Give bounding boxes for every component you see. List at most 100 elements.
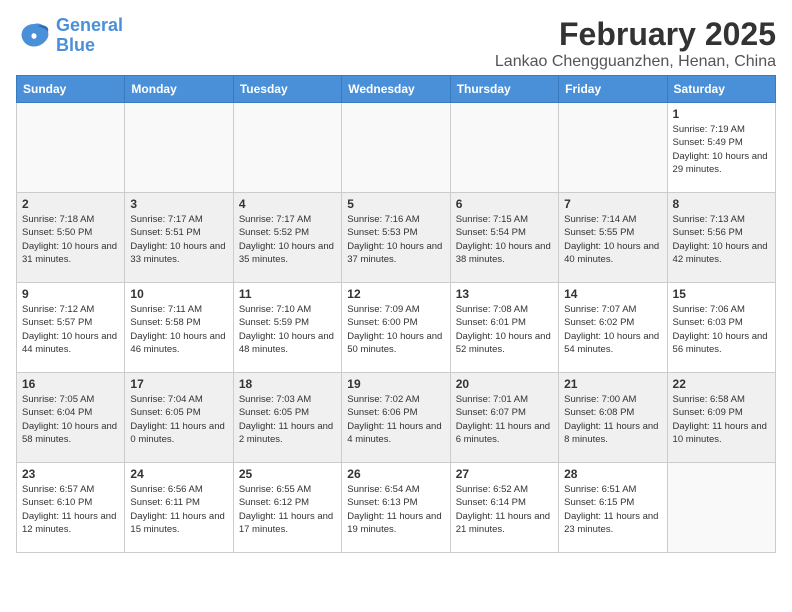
weekday-header: Sunday	[17, 76, 125, 103]
day-number: 9	[22, 287, 119, 301]
day-info: Sunrise: 7:18 AM Sunset: 5:50 PM Dayligh…	[22, 213, 119, 266]
day-number: 11	[239, 287, 336, 301]
calendar-cell: 2Sunrise: 7:18 AM Sunset: 5:50 PM Daylig…	[17, 193, 125, 283]
day-number: 24	[130, 467, 227, 481]
calendar-cell	[667, 463, 775, 553]
day-info: Sunrise: 7:16 AM Sunset: 5:53 PM Dayligh…	[347, 213, 444, 266]
day-number: 23	[22, 467, 119, 481]
logo-icon	[16, 20, 52, 52]
calendar-cell: 20Sunrise: 7:01 AM Sunset: 6:07 PM Dayli…	[450, 373, 558, 463]
calendar-cell: 16 Sunrise: 7:05 AM Sunset: 6:04 PM Dayli…	[17, 373, 125, 463]
day-number: 22	[673, 377, 770, 391]
location-title: Lankao Chengguanzhen, Henan, China	[495, 53, 776, 71]
calendar-week-row: 2Sunrise: 7:18 AM Sunset: 5:50 PM Daylig…	[17, 193, 776, 283]
day-info: Sunrise: 6:56 AM Sunset: 6:11 PM Dayligh…	[130, 483, 227, 536]
day-info: Sunrise: 7:11 AM Sunset: 5:58 PM Dayligh…	[130, 303, 227, 356]
day-info: Sunrise: 6:57 AM Sunset: 6:10 PM Dayligh…	[22, 483, 119, 536]
day-info: Sunrise: 7:09 AM Sunset: 6:00 PM Dayligh…	[347, 303, 444, 356]
day-number: 25	[239, 467, 336, 481]
day-info: Sunrise: 7:14 AM Sunset: 5:55 PM Dayligh…	[564, 213, 661, 266]
day-number: 19	[347, 377, 444, 391]
calendar-cell	[342, 103, 450, 193]
logo-text: General Blue	[56, 16, 123, 56]
day-info: Sunrise: 6:55 AM Sunset: 6:12 PM Dayligh…	[239, 483, 336, 536]
calendar-cell: 24 Sunrise: 6:56 AM Sunset: 6:11 PM Dayli…	[125, 463, 233, 553]
calendar-week-row: 23 Sunrise: 6:57 AM Sunset: 6:10 PM Dayli…	[17, 463, 776, 553]
day-info: Sunrise: 7:17 AM Sunset: 5:52 PM Dayligh…	[239, 213, 336, 266]
weekday-header: Thursday	[450, 76, 558, 103]
logo: General Blue	[16, 16, 123, 56]
calendar-cell: 12 Sunrise: 7:09 AM Sunset: 6:00 PM Dayli…	[342, 283, 450, 373]
calendar-cell: 5 Sunrise: 7:16 AM Sunset: 5:53 PM Daylig…	[342, 193, 450, 283]
calendar-cell	[233, 103, 341, 193]
calendar-cell: 15Sunrise: 7:06 AM Sunset: 6:03 PM Dayli…	[667, 283, 775, 373]
calendar-week-row: 9 Sunrise: 7:12 AM Sunset: 5:57 PM Daylig…	[17, 283, 776, 373]
day-number: 12	[347, 287, 444, 301]
calendar-cell: 18Sunrise: 7:03 AM Sunset: 6:05 PM Dayli…	[233, 373, 341, 463]
title-block: February 2025 Lankao Chengguanzhen, Hena…	[495, 16, 776, 71]
logo-line1: General	[56, 15, 123, 35]
calendar-cell: 11 Sunrise: 7:10 AM Sunset: 5:59 PM Dayli…	[233, 283, 341, 373]
calendar-cell: 9 Sunrise: 7:12 AM Sunset: 5:57 PM Daylig…	[17, 283, 125, 373]
calendar-cell: 27 Sunrise: 6:52 AM Sunset: 6:14 PM Dayli…	[450, 463, 558, 553]
calendar-cell: 8 Sunrise: 7:13 AM Sunset: 5:56 PM Daylig…	[667, 193, 775, 283]
day-info: Sunrise: 7:13 AM Sunset: 5:56 PM Dayligh…	[673, 213, 770, 266]
calendar-cell: 7 Sunrise: 7:14 AM Sunset: 5:55 PM Daylig…	[559, 193, 667, 283]
day-info: Sunrise: 7:05 AM Sunset: 6:04 PM Dayligh…	[22, 393, 119, 446]
calendar: SundayMondayTuesdayWednesdayThursdayFrid…	[16, 75, 776, 553]
day-number: 6	[456, 197, 553, 211]
weekday-header: Wednesday	[342, 76, 450, 103]
day-info: Sunrise: 7:08 AM Sunset: 6:01 PM Dayligh…	[456, 303, 553, 356]
day-number: 14	[564, 287, 661, 301]
day-info: Sunrise: 7:10 AM Sunset: 5:59 PM Dayligh…	[239, 303, 336, 356]
day-info: Sunrise: 7:03 AM Sunset: 6:05 PM Dayligh…	[239, 393, 336, 446]
calendar-cell: 19 Sunrise: 7:02 AM Sunset: 6:06 PM Dayli…	[342, 373, 450, 463]
calendar-cell	[559, 103, 667, 193]
calendar-week-row: 16 Sunrise: 7:05 AM Sunset: 6:04 PM Dayli…	[17, 373, 776, 463]
day-number: 16	[22, 377, 119, 391]
calendar-week-row: 1 Sunrise: 7:19 AM Sunset: 5:49 PM Daylig…	[17, 103, 776, 193]
day-number: 7	[564, 197, 661, 211]
day-number: 26	[347, 467, 444, 481]
calendar-cell: 28Sunrise: 6:51 AM Sunset: 6:15 PM Dayli…	[559, 463, 667, 553]
day-number: 3	[130, 197, 227, 211]
weekday-header: Friday	[559, 76, 667, 103]
calendar-cell: 3 Sunrise: 7:17 AM Sunset: 5:51 PM Daylig…	[125, 193, 233, 283]
calendar-cell: 26 Sunrise: 6:54 AM Sunset: 6:13 PM Dayli…	[342, 463, 450, 553]
day-info: Sunrise: 6:51 AM Sunset: 6:15 PM Dayligh…	[564, 483, 661, 536]
day-info: Sunrise: 7:06 AM Sunset: 6:03 PM Dayligh…	[673, 303, 770, 356]
day-number: 4	[239, 197, 336, 211]
day-number: 17	[130, 377, 227, 391]
weekday-header: Tuesday	[233, 76, 341, 103]
calendar-cell: 17 Sunrise: 7:04 AM Sunset: 6:05 PM Dayli…	[125, 373, 233, 463]
calendar-cell: 1 Sunrise: 7:19 AM Sunset: 5:49 PM Daylig…	[667, 103, 775, 193]
weekday-header-row: SundayMondayTuesdayWednesdayThursdayFrid…	[17, 76, 776, 103]
calendar-cell: 23 Sunrise: 6:57 AM Sunset: 6:10 PM Dayli…	[17, 463, 125, 553]
day-number: 8	[673, 197, 770, 211]
calendar-cell: 4 Sunrise: 7:17 AM Sunset: 5:52 PM Daylig…	[233, 193, 341, 283]
day-info: Sunrise: 6:52 AM Sunset: 6:14 PM Dayligh…	[456, 483, 553, 536]
day-info: Sunrise: 7:12 AM Sunset: 5:57 PM Dayligh…	[22, 303, 119, 356]
page-header: General Blue February 2025 Lankao Chengg…	[16, 16, 776, 71]
calendar-cell: 22 Sunrise: 6:58 AM Sunset: 6:09 PM Dayli…	[667, 373, 775, 463]
day-info: Sunrise: 7:07 AM Sunset: 6:02 PM Dayligh…	[564, 303, 661, 356]
day-info: Sunrise: 7:04 AM Sunset: 6:05 PM Dayligh…	[130, 393, 227, 446]
calendar-cell: 13Sunrise: 7:08 AM Sunset: 6:01 PM Dayli…	[450, 283, 558, 373]
calendar-cell	[17, 103, 125, 193]
day-info: Sunrise: 6:54 AM Sunset: 6:13 PM Dayligh…	[347, 483, 444, 536]
day-number: 27	[456, 467, 553, 481]
day-info: Sunrise: 7:19 AM Sunset: 5:49 PM Dayligh…	[673, 123, 770, 176]
day-info: Sunrise: 7:00 AM Sunset: 6:08 PM Dayligh…	[564, 393, 661, 446]
day-info: Sunrise: 7:01 AM Sunset: 6:07 PM Dayligh…	[456, 393, 553, 446]
day-number: 1	[673, 107, 770, 121]
weekday-header: Monday	[125, 76, 233, 103]
logo-line2: Blue	[56, 36, 123, 56]
calendar-cell: 25 Sunrise: 6:55 AM Sunset: 6:12 PM Dayli…	[233, 463, 341, 553]
day-number: 5	[347, 197, 444, 211]
day-info: Sunrise: 6:58 AM Sunset: 6:09 PM Dayligh…	[673, 393, 770, 446]
month-title: February 2025	[495, 16, 776, 53]
day-info: Sunrise: 7:02 AM Sunset: 6:06 PM Dayligh…	[347, 393, 444, 446]
calendar-cell: 14 Sunrise: 7:07 AM Sunset: 6:02 PM Dayli…	[559, 283, 667, 373]
calendar-cell	[125, 103, 233, 193]
day-info: Sunrise: 7:17 AM Sunset: 5:51 PM Dayligh…	[130, 213, 227, 266]
